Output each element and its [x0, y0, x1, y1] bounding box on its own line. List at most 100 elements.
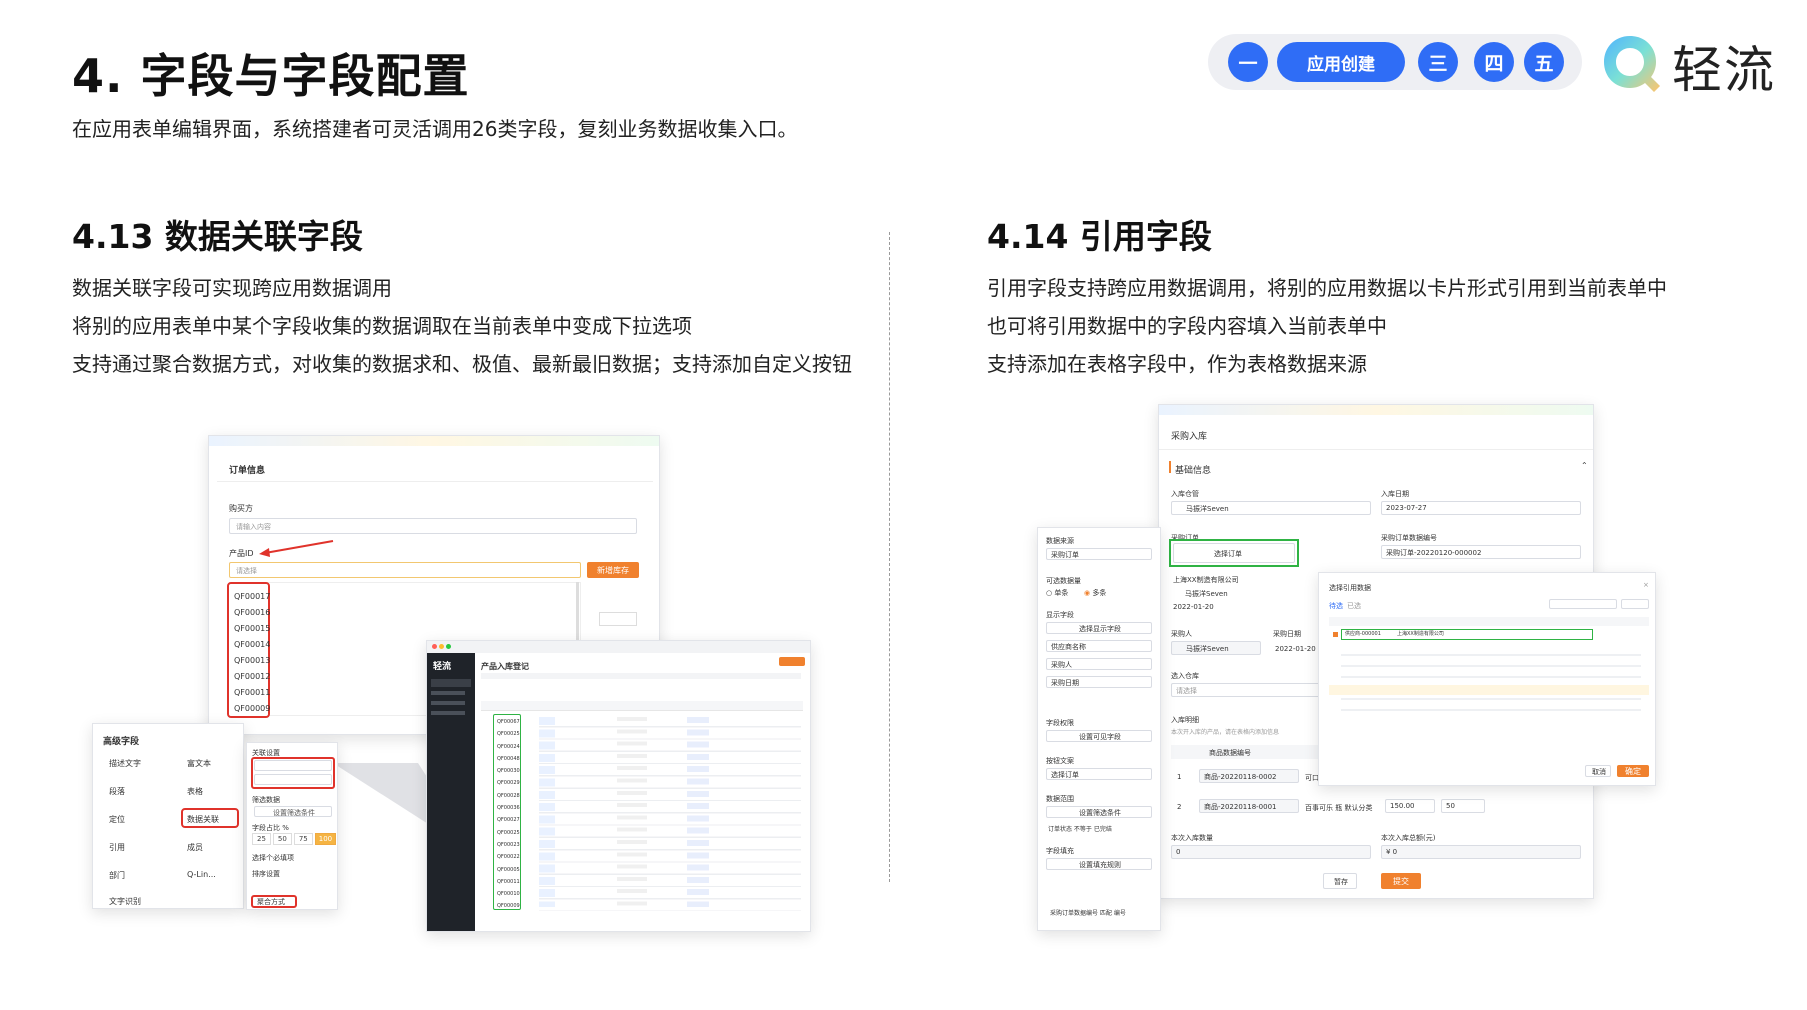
- dialog-cancel-button[interactable]: 取消: [1585, 765, 1611, 777]
- config-input[interactable]: [254, 760, 332, 771]
- field-item[interactable]: 部门: [109, 870, 125, 881]
- data-range-button[interactable]: 设置筛选条件: [1046, 806, 1152, 818]
- buyer-input[interactable]: 请输入内容: [229, 518, 637, 534]
- dialog-search[interactable]: [1549, 599, 1617, 609]
- data-source-select[interactable]: 采购订单: [1046, 548, 1152, 560]
- table-row[interactable]: QF00025: [497, 728, 520, 740]
- dialog-confirm-button[interactable]: 确定: [1617, 765, 1649, 777]
- tab-selected[interactable]: 已选: [1347, 601, 1361, 611]
- field-item[interactable]: 定位: [109, 814, 125, 825]
- button-text-field[interactable]: 选择订单: [1046, 768, 1152, 780]
- section-title-right: 4.14 引用字段: [987, 217, 1212, 256]
- table-id-column: QF00067 QF00025 QF00024 QF00048 QF00030 …: [497, 716, 520, 913]
- option-item[interactable]: QF00013: [234, 653, 270, 669]
- table-row[interactable]: QF00027: [497, 814, 520, 826]
- table-row[interactable]: QF00029: [497, 777, 520, 789]
- data-link-field-item[interactable]: 数据关联: [187, 814, 219, 825]
- table-row[interactable]: QF00010: [497, 888, 520, 900]
- warehouse-select[interactable]: 请选择: [1171, 683, 1321, 697]
- table-row[interactable]: QF00024: [497, 741, 520, 753]
- nav-item-active[interactable]: 应用创建: [1277, 42, 1405, 82]
- detail-row-qty[interactable]: 50: [1441, 799, 1485, 813]
- buyer-field[interactable]: 马振洋Seven: [1171, 641, 1261, 655]
- config-input[interactable]: [254, 774, 332, 785]
- detail-row-code[interactable]: 商品-20220118-0001: [1199, 799, 1299, 813]
- display-field[interactable]: 供应商名称: [1046, 640, 1152, 652]
- sidebar-brand: 轻流: [433, 662, 452, 672]
- warehouse-manager-field[interactable]: 马振洋Seven: [1171, 501, 1371, 515]
- table-row[interactable]: QF00009: [497, 900, 520, 912]
- purchase-title: 采购入库: [1171, 432, 1208, 442]
- option-item[interactable]: QF00015: [234, 621, 270, 637]
- close-icon[interactable]: ×: [1643, 581, 1649, 589]
- order-number-field[interactable]: 采购订单-20220120-000002: [1381, 545, 1581, 559]
- filter-condition-button[interactable]: 设置筛选条件: [254, 806, 332, 817]
- dialog-new-button[interactable]: [1621, 599, 1649, 609]
- option-item[interactable]: QF00011: [234, 685, 270, 701]
- ratio-option[interactable]: 100: [314, 833, 337, 845]
- collapse-icon[interactable]: ⌃: [1581, 461, 1588, 470]
- logo-text: 轻流: [1672, 41, 1776, 99]
- field-item[interactable]: 成员: [187, 842, 203, 853]
- config-checkbox[interactable]: 选择个必填项: [252, 853, 294, 863]
- field-item[interactable]: 文字识别: [109, 896, 141, 907]
- display-field[interactable]: 采购日期: [1046, 676, 1152, 688]
- table-row[interactable]: QF00030: [497, 765, 520, 777]
- product-id-select[interactable]: 请选择: [229, 562, 581, 578]
- choose-fields-button[interactable]: 选择显示字段: [1046, 622, 1152, 634]
- add-button[interactable]: [779, 657, 805, 666]
- option-item[interactable]: QF00017: [234, 589, 270, 605]
- field-item[interactable]: 描述文字: [109, 758, 141, 769]
- product-id-options: QF00017 QF00016 QF00015 QF00014 QF00013 …: [227, 582, 270, 718]
- single-radio[interactable]: ○ 单条: [1046, 588, 1068, 598]
- option-item[interactable]: QF00009: [234, 701, 270, 717]
- section-basic-info: 基础信息: [1175, 466, 1212, 476]
- table-row[interactable]: QF00048: [497, 753, 520, 765]
- select-order-button[interactable]: 选择订单: [1173, 543, 1295, 563]
- table-row[interactable]: QF00011: [497, 876, 520, 888]
- connector-shape: [336, 763, 436, 829]
- add-stock-button[interactable]: 新增库存: [587, 562, 639, 578]
- detail-row-index: 1: [1177, 773, 1182, 781]
- nav-item-3[interactable]: 三: [1418, 42, 1458, 82]
- nav-item-5[interactable]: 五: [1524, 42, 1564, 82]
- display-field[interactable]: 采购人: [1046, 658, 1152, 670]
- save-draft-button[interactable]: 暂存: [1323, 873, 1357, 889]
- section-title-left: 4.13 数据关联字段: [72, 217, 363, 256]
- field-item[interactable]: 引用: [109, 842, 125, 853]
- field-item[interactable]: 段落: [109, 786, 125, 797]
- ratio-option[interactable]: 25: [252, 833, 271, 845]
- column-divider: [889, 232, 890, 882]
- tab-pending[interactable]: 待选: [1329, 601, 1343, 611]
- field-item[interactable]: 表格: [187, 786, 203, 797]
- table-row[interactable]: QF00025: [497, 827, 520, 839]
- option-item[interactable]: QF00016: [234, 605, 270, 621]
- field-item[interactable]: Q-Lin...: [187, 870, 216, 879]
- multi-radio[interactable]: ◉ 多条: [1084, 588, 1106, 598]
- option-item[interactable]: QF00012: [234, 669, 270, 685]
- detail-row-price[interactable]: 150.00: [1385, 799, 1435, 813]
- nav-item-1[interactable]: 一: [1228, 42, 1268, 82]
- table-row[interactable]: QF00005: [497, 864, 520, 876]
- right-line-3: 支持添加在表格字段中，作为表格数据来源: [987, 352, 1367, 376]
- ratio-option[interactable]: 75: [293, 833, 313, 845]
- submit-button[interactable]: 提交: [1381, 873, 1421, 889]
- row-checkbox[interactable]: [1333, 632, 1338, 637]
- table-row[interactable]: QF00028: [497, 790, 520, 802]
- ratio-option[interactable]: 50: [272, 833, 292, 845]
- option-item[interactable]: QF00014: [234, 637, 270, 653]
- config-label: 数据来源: [1046, 537, 1074, 545]
- table-row[interactable]: QF00023: [497, 839, 520, 851]
- config-label: 字段占比 %: [252, 824, 289, 832]
- field-item[interactable]: 富文本: [187, 758, 211, 769]
- fill-rule-button[interactable]: 设置填充规则: [1046, 858, 1152, 870]
- table-row[interactable]: QF00067: [497, 716, 520, 728]
- table-row[interactable]: QF00036: [497, 802, 520, 814]
- table-row[interactable]: QF00022: [497, 851, 520, 863]
- aggregation-button[interactable]: 聚合方式: [257, 897, 285, 907]
- date-field[interactable]: 2023-07-27: [1381, 501, 1581, 515]
- field-permission-button[interactable]: 设置可见字段: [1046, 730, 1152, 742]
- nav-item-4[interactable]: 四: [1474, 42, 1514, 82]
- data-table-mockup: 轻流 产品入库登记 QF00067 QF00025 QF00024 QF0004…: [426, 640, 811, 932]
- detail-row-code[interactable]: 商品-20220118-0002: [1199, 769, 1299, 783]
